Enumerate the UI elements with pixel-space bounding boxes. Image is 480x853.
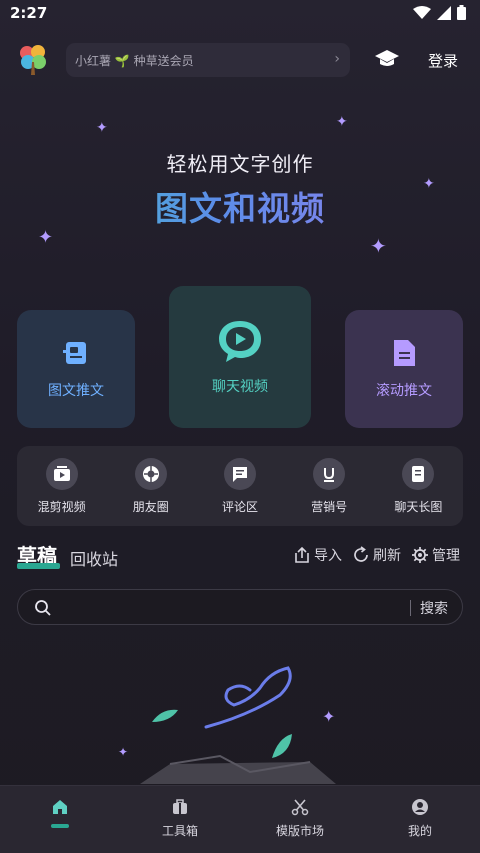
- import-button[interactable]: 导入: [293, 545, 342, 565]
- nav-template-label: 模版市场: [275, 824, 324, 838]
- sparkle-icon: ✦: [370, 234, 387, 258]
- chat-video-icon: [219, 321, 261, 362]
- manage-label: 管理: [432, 548, 460, 564]
- search-divider: [410, 600, 411, 616]
- gear-icon: [412, 547, 428, 563]
- chat-video-card[interactable]: 聊天视频: [169, 286, 311, 428]
- tool-marketing[interactable]: 营销号: [289, 457, 369, 515]
- refresh-button[interactable]: 刷新: [352, 545, 401, 565]
- user-icon: [412, 799, 428, 815]
- graduation-cap-icon[interactable]: [374, 48, 400, 70]
- scroll-card[interactable]: 滚动推文: [345, 310, 463, 428]
- tool-moments[interactable]: 朋友圈: [111, 457, 191, 515]
- tab-active-indicator: [17, 563, 60, 569]
- tuwen-label: 图文推文: [48, 383, 104, 399]
- nav-me-label: 我的: [407, 824, 432, 838]
- nav-home[interactable]: [20, 798, 100, 828]
- drafts-actions: 导入 刷新 管理: [293, 545, 460, 565]
- hero-title: 图文和视频: [0, 182, 480, 230]
- nav-template-market[interactable]: 模版市场: [260, 798, 340, 839]
- hero-subtitle: 轻松用文字创作: [166, 152, 314, 176]
- underline-icon: [313, 457, 346, 490]
- tool-label: 营销号: [311, 499, 348, 514]
- search-bar[interactable]: 搜索: [17, 589, 463, 625]
- refresh-label: 刷新: [373, 548, 401, 564]
- tool-long-chat[interactable]: 聊天长图: [378, 457, 458, 515]
- import-label: 导入: [314, 548, 342, 564]
- status-bar: 2:27: [0, 0, 480, 28]
- nav-toolbox[interactable]: 工具箱: [140, 798, 220, 839]
- toolbox-icon: [173, 799, 187, 814]
- sparkle-icon: ✦: [118, 745, 128, 759]
- status-icons: [413, 5, 466, 20]
- tool-label: 聊天长图: [394, 499, 443, 514]
- scroll-label: 滚动推文: [376, 383, 432, 399]
- sparkle-icon: ✦: [96, 120, 108, 136]
- battery-icon: [457, 5, 466, 20]
- image-text-icon: [63, 342, 86, 364]
- tab-recycle-bin[interactable]: 回收站: [70, 546, 118, 570]
- import-icon: [295, 546, 309, 563]
- scissors-icon: [291, 799, 309, 816]
- promo-banner[interactable]: 小红薯 🌱 种草送会员 ›: [66, 43, 350, 77]
- aperture-icon: [134, 457, 167, 490]
- nav-toolbox-label: 工具箱: [161, 824, 198, 838]
- ribbon-swirl: [204, 666, 292, 729]
- tool-label: 评论区: [221, 499, 258, 514]
- tool-mix-video[interactable]: 混剪视频: [22, 457, 102, 515]
- long-image-icon: [402, 457, 435, 490]
- sparkle-icon: ✦: [322, 707, 335, 726]
- app-logo-icon[interactable]: [16, 42, 50, 76]
- tool-label: 混剪视频: [37, 499, 86, 514]
- search-button[interactable]: 搜索: [420, 598, 448, 618]
- leaf-right: [272, 734, 292, 758]
- tuwen-card[interactable]: 图文推文: [17, 310, 135, 428]
- nav-me[interactable]: 我的: [380, 798, 460, 839]
- document-icon: [394, 340, 415, 366]
- refresh-icon: [354, 546, 368, 562]
- sparkle-icon: ✦: [336, 114, 348, 130]
- chevron-right-icon: ›: [334, 51, 340, 67]
- search-icon: [35, 600, 51, 616]
- bottom-nav: 工具箱 模版市场 我的: [0, 785, 480, 853]
- leaf-left: [152, 709, 178, 722]
- tool-comments[interactable]: 评论区: [200, 457, 280, 515]
- wifi-icon: [413, 5, 431, 19]
- play-box-icon: [45, 457, 78, 490]
- promo-text: 小红薯 🌱 种草送会员: [75, 53, 194, 68]
- manage-button[interactable]: 管理: [411, 545, 460, 565]
- top-bar: 小红薯 🌱 种草送会员 › 登录: [0, 40, 480, 80]
- sparkle-icon: ✦: [38, 227, 54, 248]
- login-button[interactable]: 登录: [428, 50, 458, 71]
- nav-active-indicator: [51, 824, 69, 828]
- status-time: 2:27: [10, 4, 48, 22]
- chat-video-label: 聊天视频: [212, 379, 268, 395]
- tools-row: 混剪视频 朋友圈 评论区 营销号 聊天长图: [17, 446, 463, 526]
- signal-icon: [437, 5, 451, 20]
- comment-icon: [223, 457, 256, 490]
- empty-drafts-illustration: ✦ ✦: [118, 666, 336, 784]
- home-icon: [53, 800, 67, 814]
- tool-label: 朋友圈: [132, 499, 169, 514]
